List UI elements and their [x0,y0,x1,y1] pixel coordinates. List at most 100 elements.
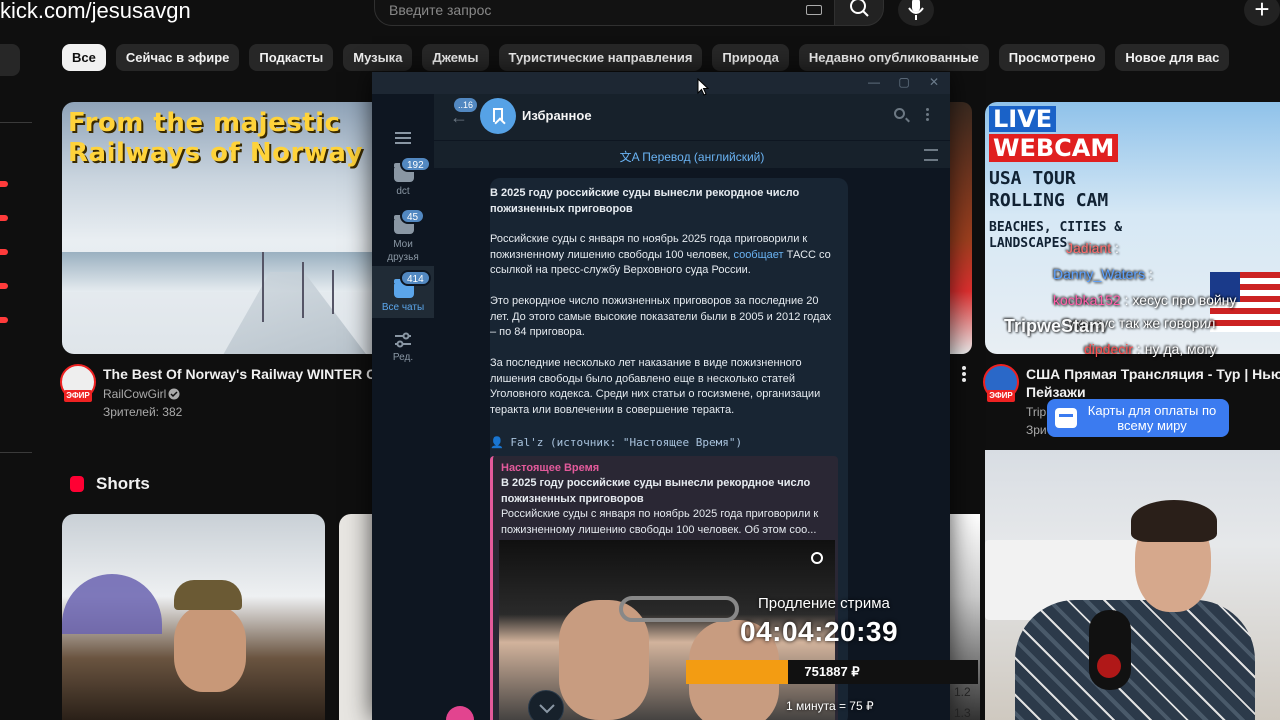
sidebar-divider [0,452,32,453]
viewer-count: Зрителей: 382 [103,405,183,419]
chip-nature[interactable]: Природа [712,44,789,71]
close-icon[interactable]: ✕ [928,76,940,88]
preview-title: В 2025 году российские суды вынесли реко… [501,477,811,505]
create-button[interactable]: + [1244,0,1280,26]
scroll-down-button[interactable] [528,690,564,720]
chip-podcasts[interactable]: Подкасты [249,44,334,71]
saved-messages-avatar[interactable] [480,98,516,134]
chat-title[interactable]: Избранное [522,108,592,123]
video-thumbnail-partial[interactable] [948,102,972,354]
voice-search-button[interactable] [898,0,934,26]
sidebar-collapsed-item[interactable] [0,44,20,76]
folder-all-chats[interactable]: 414 Все чаты [372,266,434,318]
cards-ad-text: Карты для оплаты по всему миру [1087,403,1217,433]
thumbnail-text-line: ROLLING CAM [989,190,1109,211]
video-thumbnail-norway[interactable]: From the majestic Railways of Norway [62,102,374,354]
minimize-icon[interactable]: — [868,76,880,88]
keyboard-icon[interactable] [806,5,822,15]
video-title-line2[interactable]: Пейзажи [1026,384,1086,400]
folder-label: Мои друзья [387,239,419,263]
chip-all[interactable]: Все [62,44,106,71]
window-titlebar[interactable]: — ▢ ✕ [372,72,950,94]
live-indicator-icon [0,317,8,323]
folder-sidebar: 192 dct 45 Мои друзья 414 Все чаты Ред. [372,94,434,720]
image-handcuffs [619,596,739,622]
chat-username: kocbka152 [1053,292,1121,308]
microphone-icon [908,0,924,20]
thumbnail-tour-text: USA TOUR ROLLING CAM [989,168,1108,212]
chat-username: Danny_Waters [1053,266,1146,282]
zoom-icon[interactable] [811,552,823,564]
live-badge: ЭФИР [987,390,1015,402]
menu-icon[interactable] [395,132,411,144]
chat-header: ← ..16 Избранное [434,94,950,140]
chip-travel[interactable]: Туристические направления [498,44,703,71]
screen: kick.com/jesusavgn Введите запрос + Все … [0,0,1280,720]
message-paragraph: Это рекордное число пожизненных приговор… [490,295,832,338]
stream-extension-label: Продление стрима [758,595,890,612]
thumbnail-pole [332,270,334,314]
folder-dct[interactable]: 192 dct [372,154,434,200]
microphone-logo [1097,654,1121,678]
viewer-count: Зри [1026,423,1047,437]
chip-live[interactable]: Сейчас в эфире [115,44,240,71]
chip-recent[interactable]: Недавно опубликованные [798,44,989,71]
message-paragraph: Российские суды с января по ноябрь 2025 … [490,232,838,279]
forwarded-from[interactable]: 👤 Fal'z (источник: "Настоящее Время") [490,436,742,449]
search-placeholder: Введите запрос [389,2,492,18]
video-title[interactable]: The Best Of Norway's Railway WINTER Cab … [103,366,406,382]
streamer-webcam [985,450,1280,720]
thumbnail-text: From the majestic Railways of Norway [68,108,363,168]
folder-label: Все чаты [381,302,425,313]
sliders-icon [395,332,411,348]
search-button[interactable] [834,0,884,26]
short-umbrella [62,574,162,634]
search-icon[interactable] [894,108,905,119]
search-input[interactable]: Введите запрос [374,0,837,26]
donation-rate: 1 минута = 75 ₽ [786,699,874,713]
maximize-icon[interactable]: ▢ [898,76,910,88]
chat-username: Jadiant [1066,240,1112,256]
folder-edit[interactable]: Ред. [372,322,434,368]
translate-bar[interactable]: 文A Перевод (английский) [434,140,950,168]
microphone [1089,610,1131,690]
side-numbers: 1.2 1.3 [954,682,971,720]
channel-name[interactable]: RailCowGirl [103,387,166,401]
thumbnail-webcam-label: WEBCAM [989,134,1119,162]
live-badge: ЭФИР [64,390,92,402]
more-options-icon[interactable] [962,366,966,382]
short-thumbnail[interactable] [62,514,325,720]
folder-label: Ред. [392,352,414,363]
chat-message: Danny_Waters : [1053,266,1153,282]
chip-watched[interactable]: Просмотрено [998,44,1106,71]
folder-label: dct [396,186,410,197]
cards-ad-pill[interactable]: Карты для оплаты по всему миру [1047,399,1229,437]
sidebar-divider [0,122,32,123]
more-options-icon[interactable] [926,108,930,122]
thumbnail-text-line: USA TOUR [989,168,1076,189]
source-link[interactable]: сообщает [733,249,783,261]
stream-url-overlay: kick.com/jesusavgn [0,0,191,23]
thumbnail-text-line: From the majestic [68,108,341,138]
credit-card-icon [1055,408,1077,428]
unread-badge: ..16 [454,98,478,112]
channel-name[interactable]: Trip [1026,405,1046,419]
translate-icon: 文A [619,150,643,164]
thumbnail-pole [262,252,264,322]
preview-text: Российские суды с января по ноябрь 2025 … [501,508,819,536]
thumbnail-text-line: Railways of Norway [68,138,364,168]
short-thumbnail-partial[interactable] [339,514,375,720]
filter-chips: Все Сейчас в эфире Подкасты Музыка Джемы… [62,44,1230,72]
translate-options-icon[interactable] [924,149,938,161]
preview-source: Настоящее Время [501,462,600,474]
chat-text: : ну да, могу [1133,341,1217,357]
chevron-down-icon [539,704,555,714]
live-indicator-icon [0,215,8,221]
shorts-icon [70,476,84,492]
donation-amount: 751887 ₽ [804,664,860,679]
chip-jams[interactable]: Джемы [422,44,489,71]
chip-new[interactable]: Новое для вас [1115,44,1230,71]
translate-label: 文A Перевод (английский) [434,148,950,165]
folder-my-friends[interactable]: 45 Мои друзья [372,206,434,264]
chip-music[interactable]: Музыка [343,44,413,71]
